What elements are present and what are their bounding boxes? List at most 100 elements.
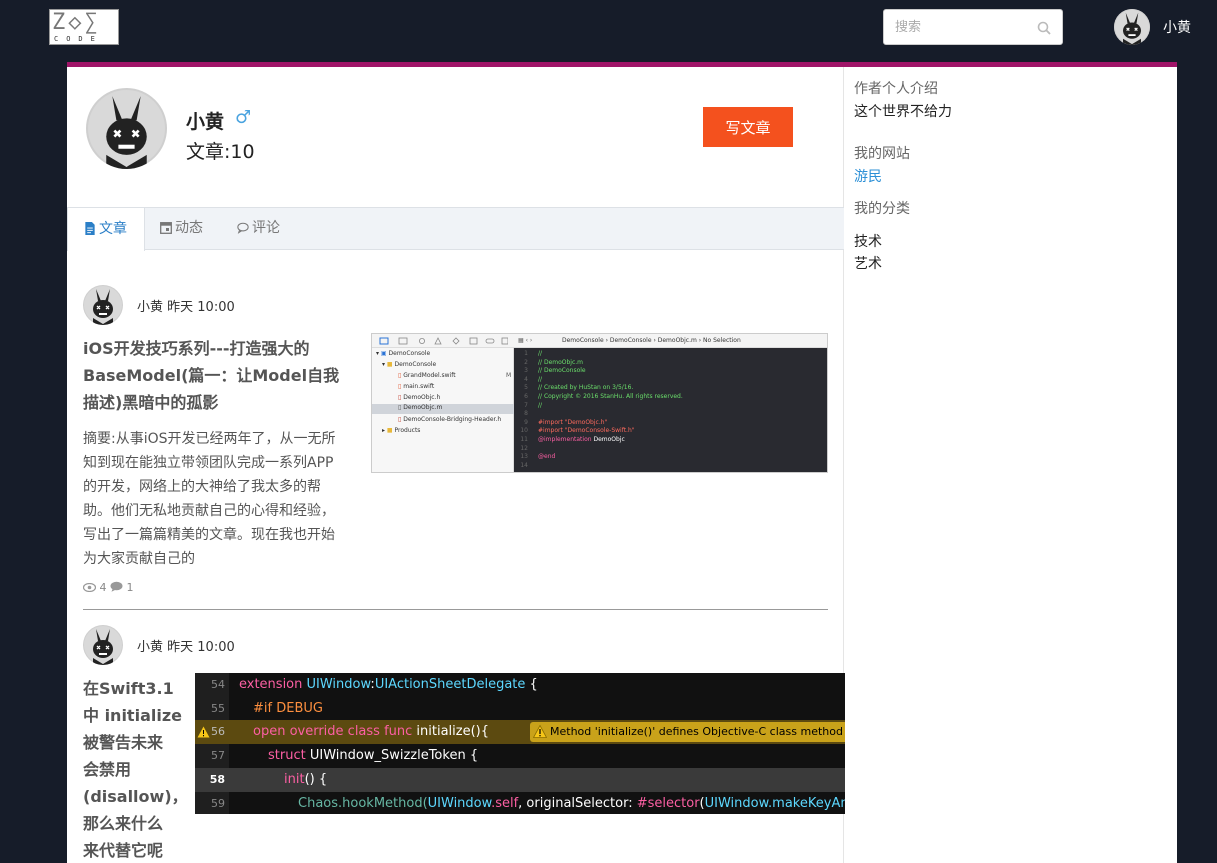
- line-number: 2: [524, 358, 528, 366]
- code-token: UIWindow: [704, 796, 769, 811]
- code-line: 57 struct UIWindow_SwizzleToken {: [195, 744, 845, 768]
- crumb: DemoConsole: [562, 337, 604, 344]
- warning-banner: Method 'initialize()' defines Objective-…: [530, 722, 845, 742]
- write-article-button[interactable]: 写文章: [703, 107, 793, 147]
- code-token: UIWindow: [306, 677, 371, 692]
- code-text: // Created by HuStan on 3/5/16.: [538, 384, 634, 392]
- nav-username[interactable]: 小黄: [1163, 17, 1191, 37]
- title-line: 在Swift3.1: [83, 679, 174, 698]
- code-token: init: [284, 772, 305, 787]
- file-item: ▸ ■ Products: [382, 427, 421, 434]
- line-number: 3: [524, 367, 528, 375]
- code-line: 13 @end: [514, 453, 555, 460]
- code-token: UIWindow: [427, 796, 492, 811]
- search-input[interactable]: [884, 10, 1024, 44]
- code-line: 55 #if DEBUG: [195, 697, 845, 721]
- tab-activity[interactable]: 动态: [144, 207, 222, 250]
- article-count: 文章:10: [186, 141, 255, 163]
- title-line: 会禁用: [83, 760, 132, 779]
- tab-label: 动态: [175, 220, 203, 236]
- author-name[interactable]: 小黄: [137, 640, 163, 655]
- main-panel: 小黄 ♂ 文章:10 写文章 文章 动态 评论 小黄 昨天 10:00 iOS开…: [67, 62, 1177, 863]
- title-line: 中 initialize: [83, 706, 182, 725]
- title-line: 那么来什么: [83, 814, 164, 833]
- code-text: // DemoObjc.m: [538, 358, 584, 366]
- website-label: 我的网站: [854, 146, 910, 162]
- intro-label: 作者个人介绍: [854, 81, 938, 97]
- code-token: #if DEBUG: [253, 701, 323, 716]
- code-text: //: [538, 401, 543, 409]
- summary-line: 助。他们无私地贡献自己的心得和经验，: [83, 503, 335, 519]
- code-line: 59 Chaos.hookMethod(UIWindow.self, origi…: [195, 792, 845, 814]
- code-token: .self: [491, 796, 519, 811]
- code-text: // DemoConsole: [538, 367, 586, 375]
- line-number: 9: [524, 418, 528, 426]
- author-avatar[interactable]: [83, 285, 123, 325]
- tab-articles[interactable]: 文章: [67, 207, 145, 251]
- comment-icon: [237, 222, 249, 234]
- code-token: Chaos: [298, 796, 339, 811]
- search-icon[interactable]: [1037, 21, 1051, 35]
- tab-comments[interactable]: 评论: [221, 207, 299, 250]
- code-line: 10 #import "DemoConsole-Swift.h": [514, 427, 634, 434]
- code-line: 11 @implementation DemoObjc: [514, 436, 625, 443]
- summary-line: 写出了一篇篇精美的文章。现在我也开始: [83, 527, 335, 543]
- line-number: 14: [520, 461, 528, 469]
- code-line: 8: [514, 410, 538, 417]
- author-name[interactable]: 小黄: [137, 300, 163, 315]
- category-item[interactable]: 艺术: [854, 253, 882, 273]
- file-item: ▯ DemoConsole-Bridging-Header.h: [398, 416, 502, 423]
- code-line: 9 #import "DemoObjc.h": [514, 419, 607, 426]
- intro-value: 这个世界不给力: [854, 104, 952, 120]
- article-summary: 摘要:从事iOS开发已经两年了，从一无所 知到现在能独立带领团队完成一系列APP…: [83, 427, 355, 571]
- line-number: 7: [524, 401, 528, 409]
- title-line: 被警告未来: [83, 733, 164, 752]
- nav-avatar[interactable]: [1114, 9, 1150, 45]
- category-label: 我的分类: [854, 201, 910, 217]
- line-number: 4: [524, 375, 528, 383]
- article-image[interactable]: ▦ ‹ › DemoConsole › DemoConsole › DemoOb…: [371, 333, 828, 473]
- file-badge: M: [506, 372, 512, 379]
- rabbit-avatar-icon: [1114, 9, 1150, 45]
- xcode-toolbar: ▦ ‹ › DemoConsole › DemoConsole › DemoOb…: [372, 334, 827, 348]
- comment-icon: [110, 581, 123, 592]
- code-token: extension: [239, 677, 307, 692]
- document-icon: [85, 222, 95, 235]
- crumb: DemoObjc.m: [657, 337, 697, 344]
- code-line-current: 58 init() {: [195, 768, 845, 792]
- content-column: 小黄 ♂ 文章:10 写文章 文章 动态 评论 小黄 昨天 10:00 iOS开…: [67, 67, 845, 863]
- author-avatar[interactable]: [83, 625, 123, 665]
- site-logo[interactable]: Z◇∑ CODE: [49, 9, 119, 45]
- post-meta: 小黄 昨天 10:00: [137, 296, 235, 315]
- summary-line: 摘要:从事iOS开发已经两年了，从一无所: [83, 431, 336, 447]
- code-text: //: [538, 350, 543, 357]
- article-image[interactable]: 54 extension UIWindow:UIActionSheetDeleg…: [195, 673, 845, 814]
- code-text: @implementation DemoObjc: [538, 436, 625, 443]
- code-token: initialize(){: [416, 724, 490, 739]
- code-text: // Copyright © 2016 StanHu. All rights r…: [538, 393, 683, 400]
- line-number: 55: [211, 702, 225, 715]
- profile-name: 小黄: [186, 111, 225, 133]
- line-number: 12: [520, 444, 528, 452]
- tab-label: 评论: [252, 220, 280, 236]
- crumb: No Selection: [703, 337, 741, 344]
- eye-icon: [82, 582, 97, 593]
- website-link[interactable]: 游民: [854, 166, 882, 186]
- xcode-breadcrumb: DemoConsole › DemoConsole › DemoObjc.m ›…: [562, 337, 741, 344]
- code-text: //: [538, 375, 543, 383]
- line-number: 58: [209, 773, 225, 786]
- line-number: 59: [211, 797, 225, 810]
- warning-icon: [533, 725, 547, 738]
- category-item[interactable]: 技术: [854, 231, 882, 251]
- code-line: 5 // Created by HuStan on 3/5/16.: [514, 384, 633, 391]
- article-title[interactable]: iOS开发技巧系列---打造强大的 BaseModel(篇一：让Model自我 …: [83, 335, 363, 416]
- code-token: UIWindow_SwizzleToken {: [309, 748, 479, 763]
- code-token: open override class func: [253, 724, 417, 739]
- file-item: ▾ ▣ DemoConsole: [376, 350, 431, 357]
- article-card: 小黄 昨天 10:00 iOS开发技巧系列---打造强大的 BaseModel(…: [82, 285, 828, 630]
- line-number: 8: [524, 410, 528, 418]
- code-token: , originalSelector:: [518, 796, 637, 811]
- summary-line: 知到现在能独立带领团队完成一系列APP: [83, 455, 334, 471]
- logo-text: CODE: [54, 35, 103, 43]
- article-title[interactable]: 在Swift3.1 中 initialize 被警告未来 会禁用 (disall…: [83, 675, 188, 863]
